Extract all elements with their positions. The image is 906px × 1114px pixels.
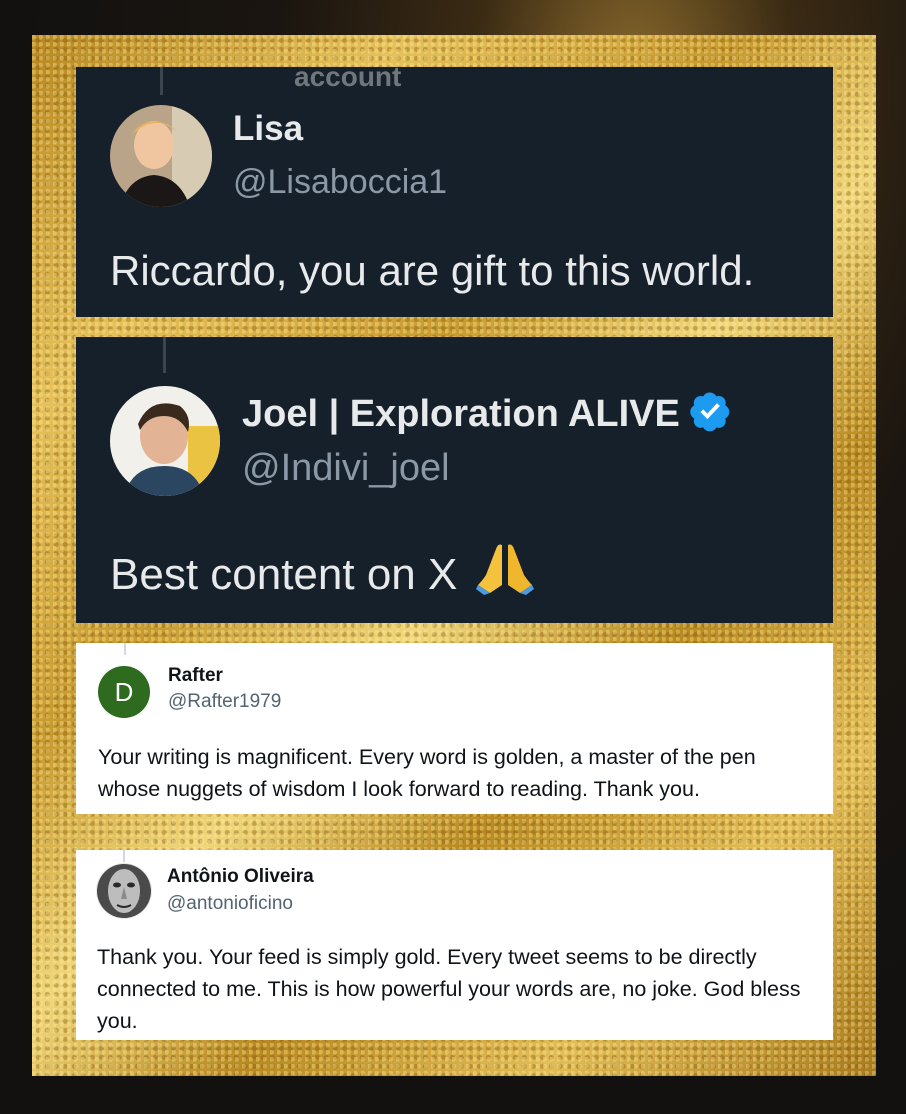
tweet-text: Your writing is magnificent. Every word … (98, 745, 756, 801)
display-name-text[interactable]: Joel | Exploration ALIVE (242, 393, 680, 435)
display-name[interactable]: Joel | Exploration ALIVE (242, 389, 732, 443)
avatar-letter: D (114, 676, 134, 707)
tweet-text-content: Best content on X (110, 550, 458, 599)
handle[interactable]: @Indivi_joel (242, 447, 450, 490)
display-name[interactable]: Antônio Oliveira (167, 866, 314, 888)
display-name[interactable]: Rafter (168, 665, 223, 687)
thread-line (163, 337, 166, 373)
display-name[interactable]: Lisa (233, 109, 303, 149)
avatar-rafter[interactable]: D (98, 666, 150, 718)
tweet-text: Riccardo, you are gift to this world. (110, 247, 755, 294)
thread-line (124, 643, 126, 655)
tweet-card-lisa[interactable]: account Lisa @Lisaboccia1 Riccardo, you … (76, 67, 833, 317)
thread-line (160, 67, 163, 95)
folded-hands-icon (475, 541, 534, 606)
tweet-card-rafter[interactable]: D Rafter @Rafter1979 Your writing is mag… (76, 643, 833, 814)
handle[interactable]: @antonioficino (167, 893, 293, 915)
tweet-text: Thank you. Your feed is simply gold. Eve… (97, 945, 801, 1033)
verified-badge-icon (688, 389, 732, 443)
avatar-joel[interactable] (110, 386, 220, 496)
handle[interactable]: @Lisaboccia1 (233, 163, 447, 202)
tweet-card-antonio[interactable]: Antônio Oliveira @antonioficino Thank yo… (76, 850, 833, 1040)
previous-tweet-fragment: account (294, 67, 402, 92)
tweet-text: Best content on X (110, 541, 534, 606)
handle[interactable]: @Rafter1979 (168, 691, 281, 713)
avatar-lisa[interactable] (110, 105, 212, 207)
thread-line (123, 850, 125, 862)
tweet-card-joel[interactable]: Joel | Exploration ALIVE @Indivi_joel Be… (76, 337, 833, 623)
avatar-antonio[interactable] (96, 863, 152, 919)
